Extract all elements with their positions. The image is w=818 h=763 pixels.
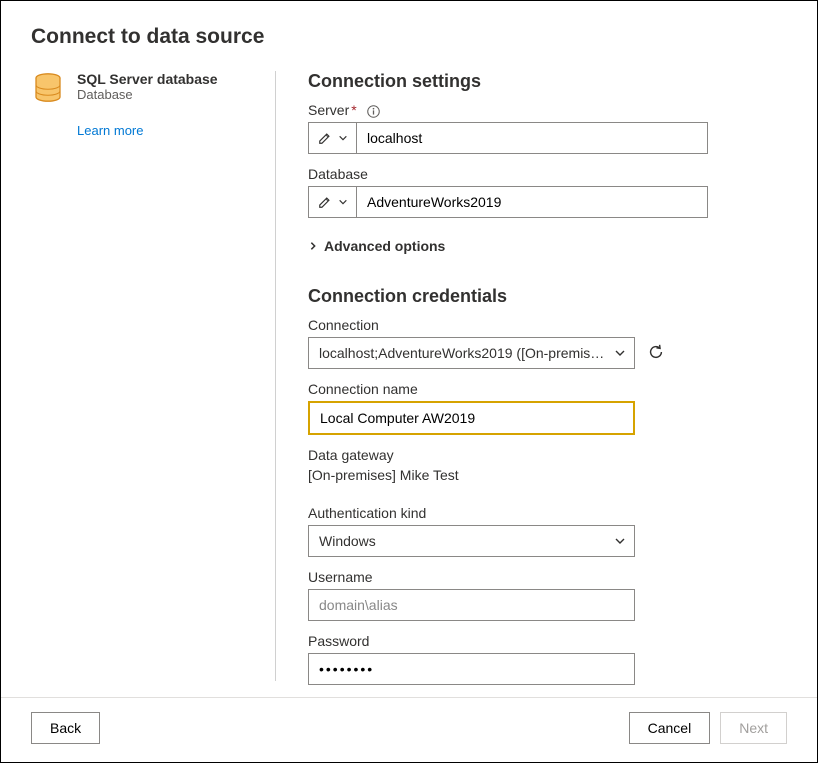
- database-edit-mode-button[interactable]: [308, 186, 357, 218]
- password-label: Password: [308, 633, 787, 649]
- refresh-button[interactable]: [647, 343, 665, 364]
- auth-kind-select[interactable]: Windows: [308, 525, 635, 557]
- pencil-icon: [318, 195, 332, 209]
- chevron-right-icon: [308, 239, 318, 254]
- source-panel: SQL Server database Database Learn more: [31, 71, 275, 685]
- username-label: Username: [308, 569, 787, 585]
- database-input[interactable]: [357, 186, 708, 218]
- connection-label: Connection: [308, 317, 787, 333]
- chevron-down-icon: [338, 197, 348, 207]
- database-icon: [31, 71, 65, 105]
- chevron-down-icon: [338, 133, 348, 143]
- advanced-options-toggle[interactable]: Advanced options: [308, 238, 787, 254]
- page-title: Connect to data source: [31, 25, 787, 49]
- auth-kind-label: Authentication kind: [308, 505, 787, 521]
- advanced-options-label: Advanced options: [324, 238, 445, 254]
- info-icon[interactable]: [367, 105, 380, 118]
- pencil-icon: [318, 131, 332, 145]
- source-subtitle: Database: [77, 87, 218, 102]
- gateway-label: Data gateway: [308, 447, 787, 463]
- back-button[interactable]: Back: [31, 712, 100, 744]
- connection-name-input[interactable]: [308, 401, 635, 435]
- learn-more-link[interactable]: Learn more: [77, 123, 143, 138]
- connection-credentials-heading: Connection credentials: [308, 286, 787, 307]
- dialog-footer: Back Cancel Next: [1, 697, 817, 762]
- auth-kind-value: Windows: [319, 533, 376, 549]
- server-label: Server*: [308, 102, 787, 118]
- connection-select-value: localhost;AdventureWorks2019 ([On-premis…: [319, 345, 604, 361]
- required-star: *: [351, 102, 356, 118]
- server-label-text: Server: [308, 102, 349, 118]
- cancel-button[interactable]: Cancel: [629, 712, 711, 744]
- source-name: SQL Server database: [77, 71, 218, 87]
- next-button[interactable]: Next: [720, 712, 787, 744]
- chevron-down-icon: [614, 535, 626, 547]
- chevron-down-icon: [614, 347, 626, 359]
- username-input[interactable]: [308, 589, 635, 621]
- connection-settings-heading: Connection settings: [308, 71, 787, 92]
- password-input[interactable]: [308, 653, 635, 685]
- gateway-value: [On-premises] Mike Test: [308, 467, 787, 483]
- connection-name-label: Connection name: [308, 381, 787, 397]
- database-label: Database: [308, 166, 787, 182]
- connection-select[interactable]: localhost;AdventureWorks2019 ([On-premis…: [308, 337, 635, 369]
- server-edit-mode-button[interactable]: [308, 122, 357, 154]
- server-input[interactable]: [357, 122, 708, 154]
